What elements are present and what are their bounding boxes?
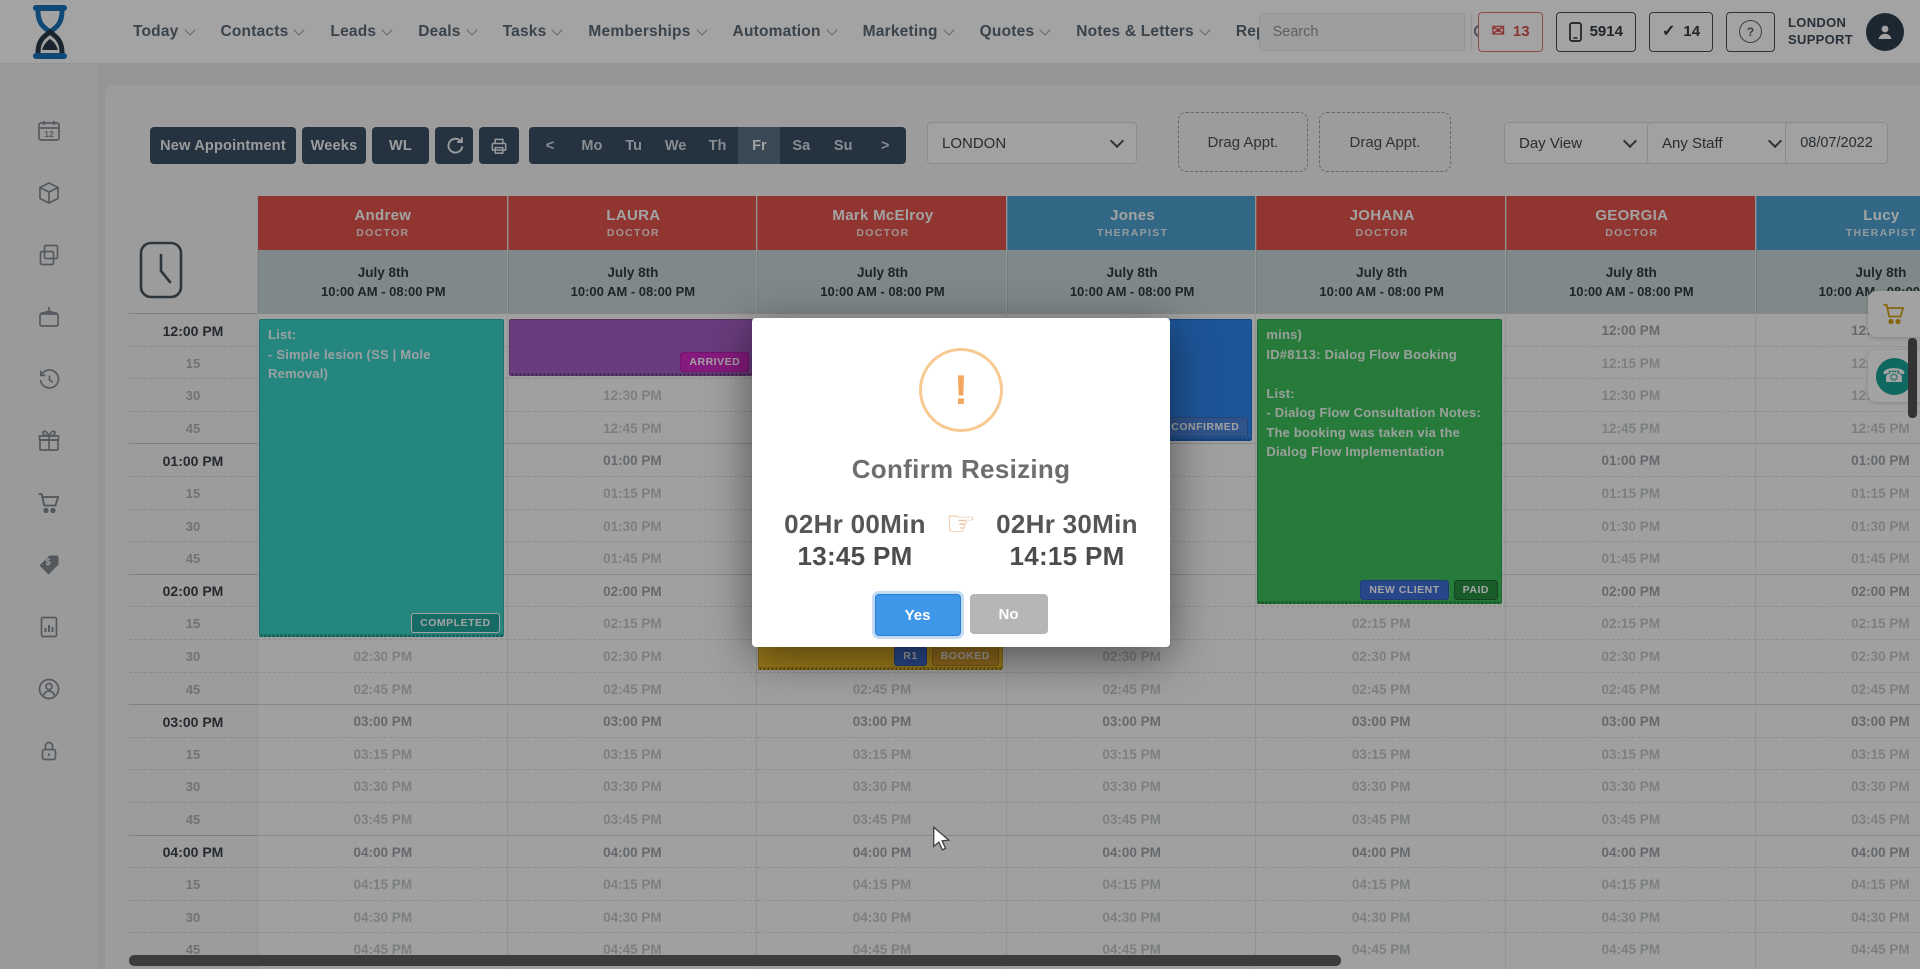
old-end-time: 13:45 PM [771, 541, 939, 572]
yes-button[interactable]: Yes [875, 594, 961, 636]
pointing-hand-icon: ☞ [939, 507, 983, 541]
modal-buttons: Yes No [875, 594, 1048, 636]
old-duration: 02Hr 00Min [771, 509, 939, 540]
confirm-resizing-modal: ! Confirm Resizing 02Hr 00Min ☞ 02Hr 30M… [752, 318, 1170, 647]
modal-title: Confirm Resizing [852, 454, 1071, 485]
no-button[interactable]: No [970, 594, 1048, 634]
new-end-time: 14:15 PM [983, 541, 1151, 572]
warning-icon: ! [919, 348, 1003, 432]
app-window: TodayContactsLeadsDealsTasksMembershipsA… [0, 0, 1920, 969]
resize-summary: 02Hr 00Min ☞ 02Hr 30Min 13:45 PM 14:15 P… [771, 507, 1151, 572]
new-duration: 02Hr 30Min [983, 509, 1151, 540]
